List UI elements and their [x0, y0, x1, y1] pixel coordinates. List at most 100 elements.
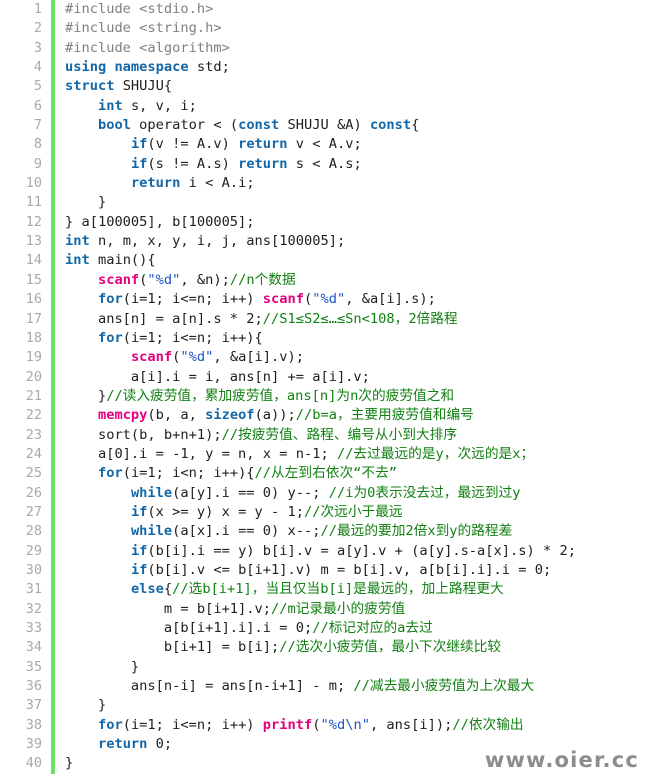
- gutter-marker-bar: [51, 522, 55, 542]
- code-line-content[interactable]: if(x >= y) x = y - 1;//次远小于最远: [56, 503, 647, 522]
- code-token-plain: {: [411, 117, 420, 134]
- code-line-content[interactable]: int main(){: [56, 251, 647, 270]
- code-line-content[interactable]: bool operator < (const SHUJU &A) const{: [56, 116, 647, 135]
- code-line-content[interactable]: #include <stdio.h>: [56, 0, 647, 19]
- code-line: 7 bool operator < (const SHUJU &A) const…: [0, 116, 647, 136]
- code-line: 28 while(a[x].i == 0) x--;//最远的要加2倍x到y的路…: [0, 522, 647, 542]
- code-token-plain: (i=1; i<=n; i++): [122, 291, 263, 308]
- code-line-content[interactable]: scanf("%d", &n);//n个数据: [56, 271, 647, 290]
- line-number: 19: [0, 348, 51, 368]
- gutter-marker-bar: [51, 367, 55, 387]
- code-line-content[interactable]: if(b[i].i == y) b[i].v = a[y].v + (a[y].…: [56, 542, 647, 561]
- code-token-com: //从左到右依次“不去”: [254, 465, 398, 482]
- code-line-content[interactable]: return i < A.i;: [56, 174, 647, 193]
- code-line-content[interactable]: b[i+1] = b[i];//选次小疲劳值，最小下次继续比较: [56, 638, 647, 657]
- line-number: 31: [0, 580, 51, 600]
- line-number: 7: [0, 116, 51, 136]
- code-line-content[interactable]: struct SHUJU{: [56, 77, 647, 96]
- code-line-content[interactable]: using namespace std;: [56, 58, 647, 77]
- gutter-marker-bar: [51, 715, 55, 736]
- code-line-content[interactable]: #include <algorithm>: [56, 39, 647, 58]
- code-line: 34 b[i+1] = b[i];//选次小疲劳值，最小下次继续比较: [0, 638, 647, 658]
- code-line-content[interactable]: ans[n] = a[n].s * 2;//S1≤S2≤…≤Sn<108，2倍路…: [56, 310, 647, 329]
- code-token-plain: , &a[i].s);: [345, 291, 436, 308]
- gutter-marker-bar: [51, 425, 55, 445]
- code-line-content[interactable]: #include <string.h>: [56, 19, 647, 38]
- code-token-plain: (: [304, 291, 313, 308]
- code-line-content[interactable]: sort(b, b+n+1);//按疲劳值、路程、编号从小到大排序: [56, 426, 647, 445]
- code-token-plain: a[i].i = i, ans[n] += a[i].v;: [65, 368, 370, 385]
- code-line-content[interactable]: for(i=1; i<=n; i++) printf("%d\n", ans[i…: [56, 716, 647, 735]
- code-token-plain: (i=1; i<=n; i++){: [122, 329, 263, 346]
- line-number: 37: [0, 696, 51, 716]
- code-line-content[interactable]: }: [56, 658, 647, 677]
- code-line-content[interactable]: if(v != A.v) return v < A.v;: [56, 135, 647, 154]
- code-line-content[interactable]: m = b[i+1].v;//m记录最小的疲劳值: [56, 600, 647, 619]
- code-line-content[interactable]: else{//选b[i+1]，当且仅当b[i]是最远的，加上路程更大: [56, 580, 647, 599]
- code-token-str: "%d\n": [320, 716, 370, 733]
- code-line-content[interactable]: for(i=1; i<n; i++){//从左到右依次“不去”: [56, 464, 647, 483]
- line-number: 36: [0, 677, 51, 697]
- code-line: 19 scanf("%d", &a[i].v);: [0, 348, 647, 368]
- code-line-content[interactable]: scanf("%d", &a[i].v);: [56, 348, 647, 367]
- code-line: 2 #include <string.h>: [0, 19, 647, 39]
- line-number: 12: [0, 212, 51, 233]
- code-line-content[interactable]: for(i=1; i<=n; i++){: [56, 329, 647, 348]
- code-token-kw: using namespace: [65, 59, 189, 76]
- line-number: 34: [0, 638, 51, 658]
- gutter-marker-bar: [51, 677, 55, 697]
- code-line-content[interactable]: a[i].i = i, ans[n] += a[i].v;: [56, 368, 647, 387]
- code-token-plain: }: [65, 194, 107, 211]
- code-token-fn: scanf: [262, 291, 304, 308]
- code-token-kw: if: [130, 155, 148, 172]
- code-token-com: //m记录最小的疲劳值: [271, 600, 406, 617]
- code-token-kw: if: [130, 503, 148, 520]
- code-line: 3 #include <algorithm>: [0, 38, 647, 59]
- code-line-content[interactable]: ans[n-i] = ans[n-i+1] - m; //减去最小疲劳值为上次最…: [56, 677, 647, 696]
- code-token-kw: return: [238, 136, 288, 153]
- code-line-content[interactable]: }: [56, 696, 647, 715]
- gutter-marker-bar: [51, 657, 55, 678]
- code-token-kw: if: [130, 542, 148, 559]
- gutter-marker-bar: [51, 386, 55, 407]
- line-number: 24: [0, 444, 51, 465]
- gutter-marker-bar: [51, 502, 55, 523]
- code-token-plain: s, v, i;: [122, 97, 197, 114]
- code-line-content[interactable]: while(a[x].i == 0) x--;//最远的要加2倍x到y的路程差: [56, 522, 647, 541]
- code-token-plain: 0;: [147, 736, 173, 753]
- gutter-marker-bar: [51, 638, 55, 658]
- code-token-kw: sizeof: [205, 407, 255, 424]
- code-line-content[interactable]: if(s != A.s) return s < A.s;: [56, 155, 647, 174]
- code-token-plain: }: [65, 755, 74, 772]
- gutter-marker-bar: [51, 174, 55, 194]
- code-token-str: "%d": [147, 271, 181, 288]
- code-line-content[interactable]: a[b[i+1].i].i = 0;//标记对应的a去过: [56, 619, 647, 638]
- gutter-marker-bar: [51, 251, 55, 271]
- code-line-content[interactable]: while(a[y].i == 0) y--; //i为0表示没去过，最远到过y: [56, 484, 647, 503]
- code-line-content[interactable]: int s, v, i;: [56, 97, 647, 116]
- code-line: 23 sort(b, b+n+1);//按疲劳值、路程、编号从小到大排序: [0, 425, 647, 445]
- code-line-content[interactable]: }: [56, 193, 647, 212]
- code-line-content[interactable]: int n, m, x, y, i, j, ans[100005];: [56, 232, 647, 251]
- gutter-marker-bar: [51, 116, 55, 136]
- code-line: 22 memcpy(b, a, sizeof(a));//b=a，主要用疲劳值和…: [0, 406, 647, 426]
- code-token-plain: SHUJU &A): [279, 117, 370, 134]
- code-line: 18 for(i=1; i<=n; i++){: [0, 328, 647, 349]
- gutter-marker-bar: [51, 328, 55, 349]
- code-line-content[interactable]: for(i=1; i<=n; i++) scanf("%d", &a[i].s)…: [56, 290, 647, 309]
- code-line-content[interactable]: a[0].i = -1, y = n, x = n-1; //去过最远的是y，次…: [56, 445, 647, 464]
- code-line-content[interactable]: if(b[i].v <= b[i+1].v) m = b[i].v, a[b[i…: [56, 561, 647, 580]
- code-line-content[interactable]: memcpy(b, a, sizeof(a));//b=a，主要用疲劳值和编号: [56, 406, 647, 425]
- code-token-kw: const: [369, 117, 412, 134]
- code-line-content[interactable]: }//读入疲劳值，累加疲劳值，ans[n]为n次的疲劳值之和: [56, 387, 647, 406]
- code-line-content[interactable]: } a[100005], b[100005];: [56, 213, 647, 232]
- code-token-plain: (i=1; i<n; i++){: [122, 465, 255, 482]
- code-token-kw: return: [238, 155, 288, 172]
- code-token-plain: (a[x].i == 0) x--;: [172, 523, 321, 540]
